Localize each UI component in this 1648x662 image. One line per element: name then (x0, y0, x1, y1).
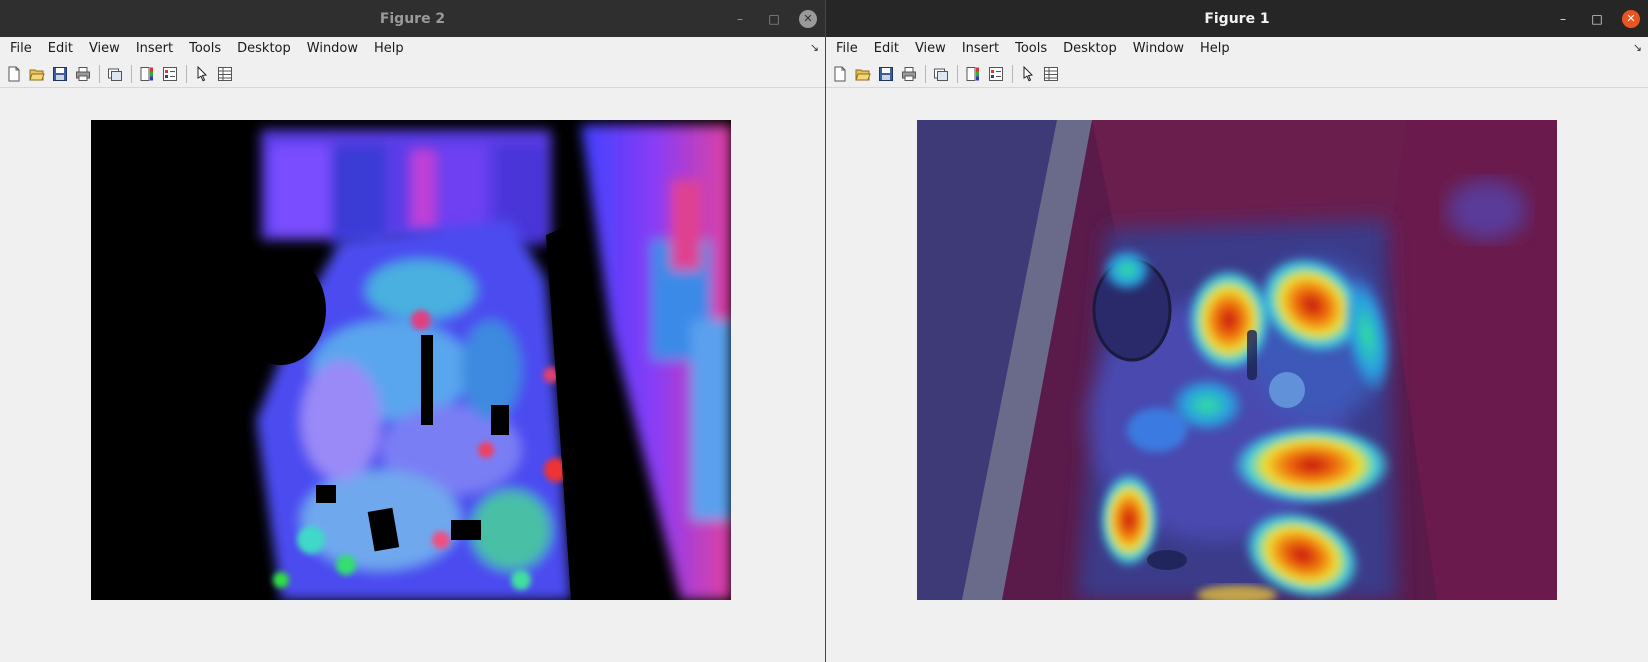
figure-2-window: Figure 2 – □ ✕ File Edit View Insert Too… (0, 0, 825, 662)
menu-window[interactable]: Window (299, 37, 366, 61)
figure-1-window: Figure 1 – □ ✕ File Edit View Insert Too… (826, 0, 1648, 662)
minimize-button[interactable]: – (731, 10, 749, 28)
legend-icon[interactable] (986, 64, 1006, 84)
property-inspector-icon[interactable] (215, 64, 235, 84)
window-controls: – □ ✕ (731, 0, 817, 37)
window-title: Figure 1 (1204, 10, 1270, 27)
menu-desktop[interactable]: Desktop (229, 37, 299, 61)
close-button[interactable]: ✕ (1622, 9, 1640, 28)
menu-tools[interactable]: Tools (181, 37, 229, 61)
open-file-icon[interactable] (27, 64, 47, 84)
maximize-button[interactable]: □ (1588, 10, 1606, 28)
menu-help[interactable]: Help (366, 37, 412, 61)
window-title: Figure 2 (379, 10, 446, 27)
edit-plot-icon[interactable] (192, 64, 212, 84)
maximize-button[interactable]: □ (765, 10, 783, 28)
new-figure-icon[interactable] (4, 64, 24, 84)
toolbar-separator (131, 65, 132, 83)
titlebar[interactable]: Figure 1 – □ ✕ (826, 0, 1648, 37)
legend-icon[interactable] (160, 64, 180, 84)
menu-desktop[interactable]: Desktop (1055, 37, 1125, 61)
print-icon[interactable] (73, 64, 93, 84)
titlebar[interactable]: Figure 2 – □ ✕ (0, 0, 825, 37)
colorbar-icon[interactable] (137, 64, 157, 84)
dock-figure-icon[interactable]: ↘ (1633, 41, 1642, 54)
menubar: File Edit View Insert Tools Desktop Wind… (826, 37, 1648, 61)
close-button[interactable]: ✕ (799, 9, 817, 28)
toolbar-separator (925, 65, 926, 83)
figure-canvas[interactable] (0, 88, 825, 662)
menu-file[interactable]: File (828, 37, 866, 61)
property-inspector-icon[interactable] (1041, 64, 1061, 84)
toolbar-separator (1012, 65, 1013, 83)
window-controls: – □ ✕ (1554, 0, 1640, 37)
save-icon[interactable] (876, 64, 896, 84)
open-file-icon[interactable] (853, 64, 873, 84)
menu-insert[interactable]: Insert (128, 37, 181, 61)
menu-edit[interactable]: Edit (866, 37, 907, 61)
link-plot-icon[interactable] (105, 64, 125, 84)
depth-normals-image[interactable] (91, 120, 731, 600)
edit-plot-icon[interactable] (1018, 64, 1038, 84)
colorbar-icon[interactable] (963, 64, 983, 84)
menu-help[interactable]: Help (1192, 37, 1238, 61)
toolbar-separator (99, 65, 100, 83)
toolbar (0, 61, 825, 88)
new-figure-icon[interactable] (830, 64, 850, 84)
toolbar-separator (186, 65, 187, 83)
menu-edit[interactable]: Edit (40, 37, 81, 61)
dock-figure-icon[interactable]: ↘ (810, 41, 819, 54)
toolbar (826, 61, 1648, 88)
menu-insert[interactable]: Insert (954, 37, 1007, 61)
print-icon[interactable] (899, 64, 919, 84)
menu-window[interactable]: Window (1125, 37, 1192, 61)
toolbar-separator (957, 65, 958, 83)
menubar: File Edit View Insert Tools Desktop Wind… (0, 37, 825, 61)
heatmap-overlay-image[interactable] (917, 120, 1557, 600)
menu-view[interactable]: View (81, 37, 128, 61)
save-icon[interactable] (50, 64, 70, 84)
figure-canvas[interactable] (826, 88, 1648, 662)
menu-file[interactable]: File (2, 37, 40, 61)
menu-view[interactable]: View (907, 37, 954, 61)
menu-tools[interactable]: Tools (1007, 37, 1055, 61)
link-plot-icon[interactable] (931, 64, 951, 84)
minimize-button[interactable]: – (1554, 10, 1572, 28)
